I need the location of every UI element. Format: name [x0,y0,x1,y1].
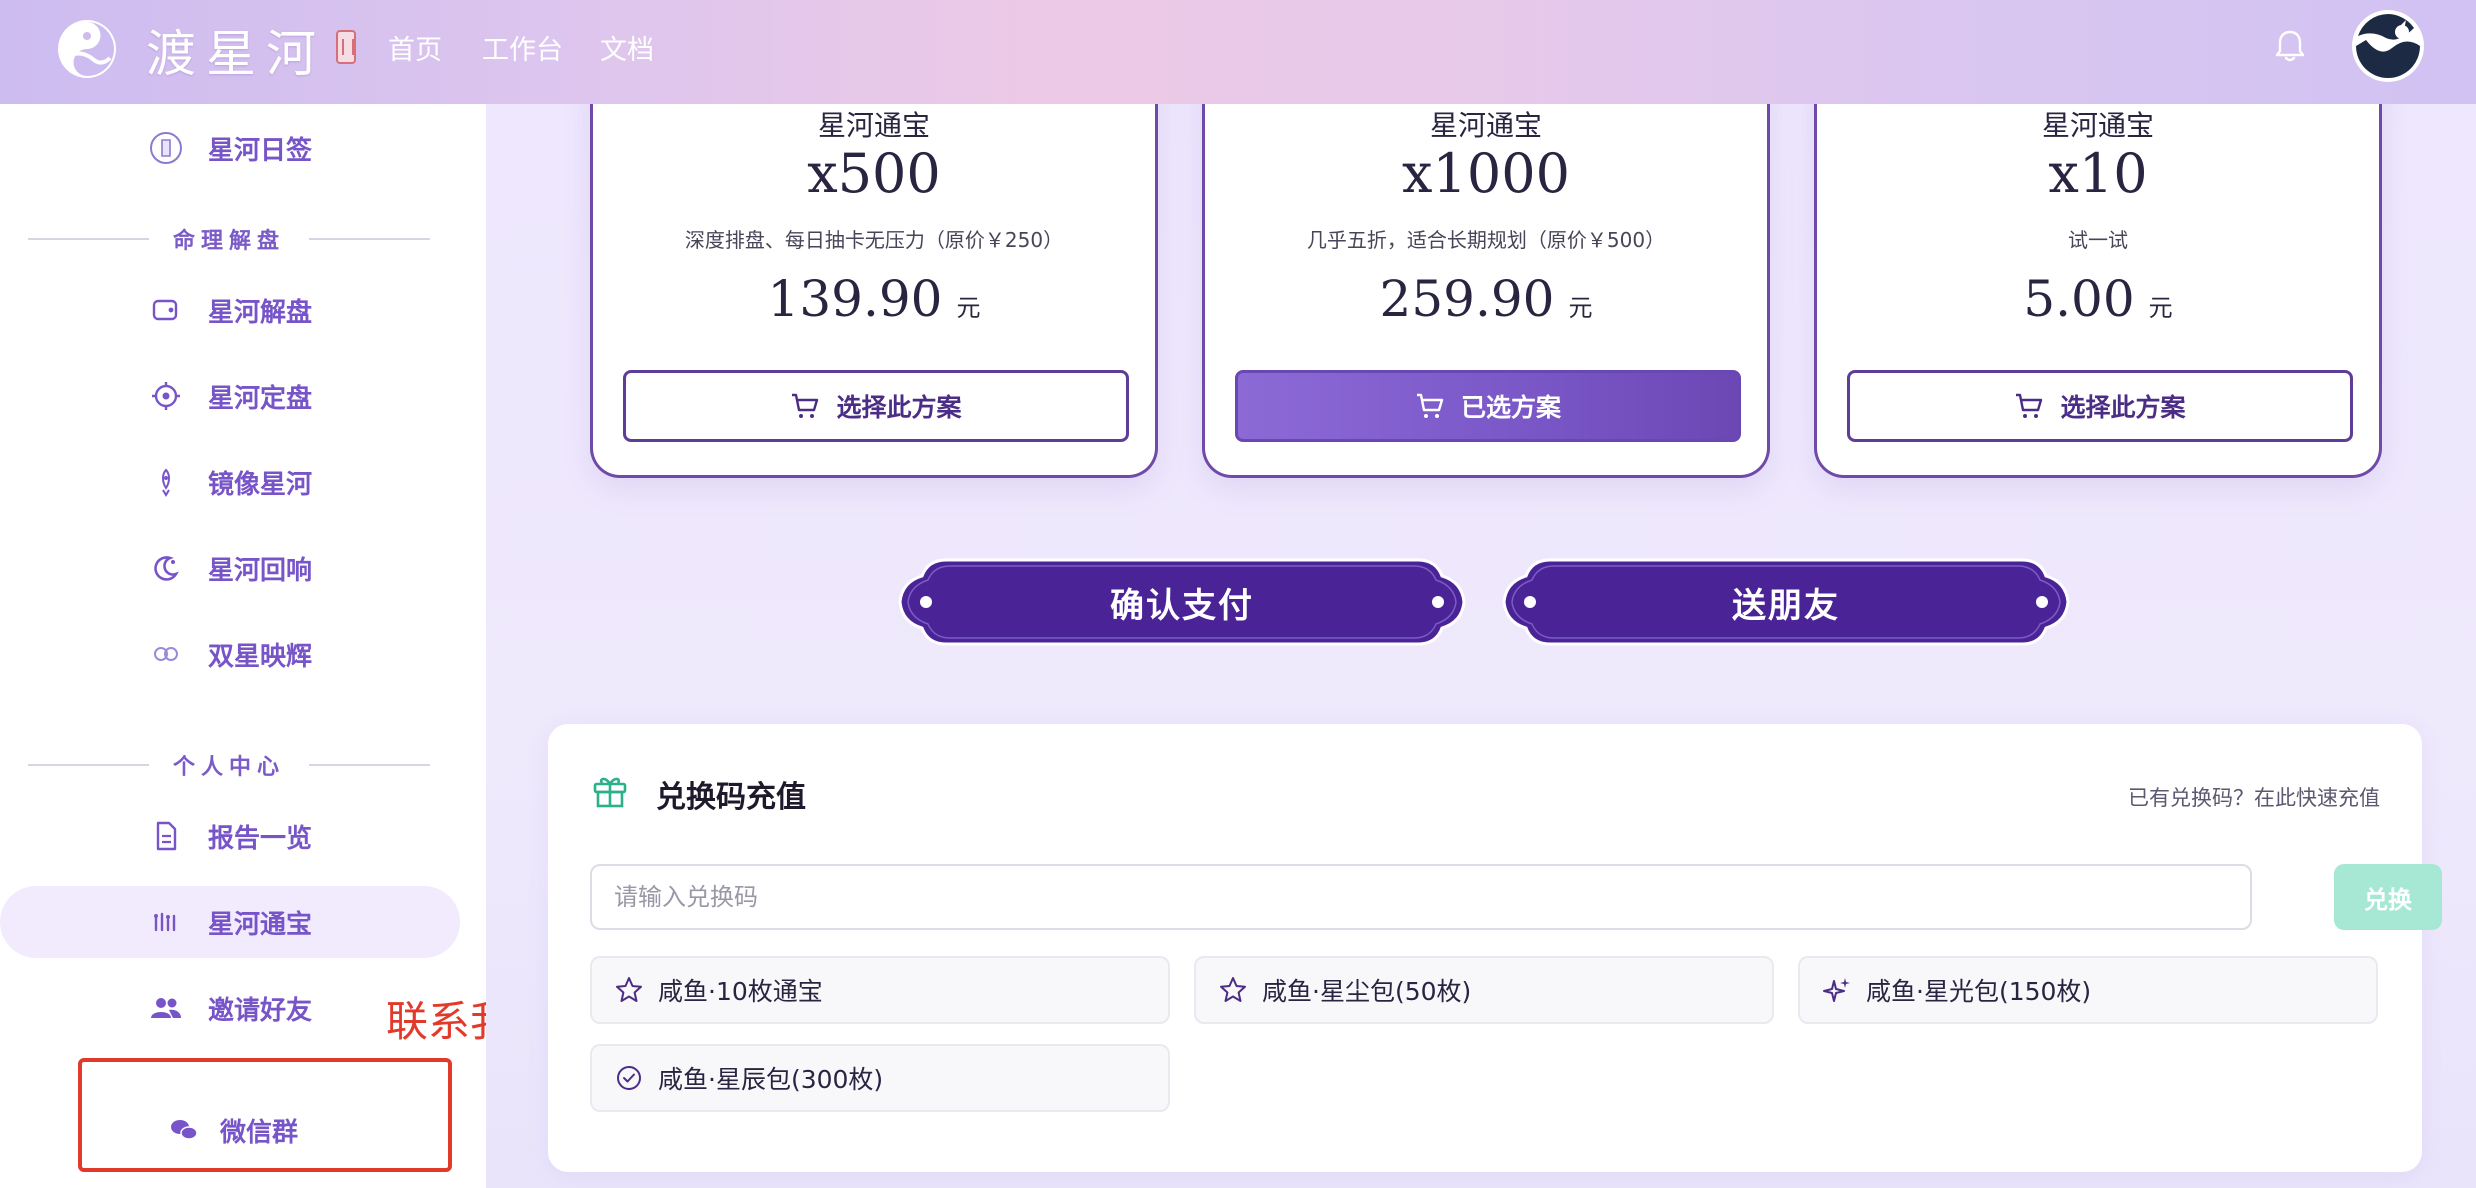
sidebar-item-label: 星河定盘 [208,383,313,414]
plan-price: 139.90 元 [593,270,1155,328]
bell-icon[interactable] [2270,26,2310,66]
redeem-code-input[interactable] [590,864,2252,930]
sidebar-item-label: 星河通宝 [208,909,313,940]
plan-quantity: x500 [807,142,941,205]
confirm-payment-label: 确认支付 [1110,585,1254,626]
plan-description: 试一试 [2068,228,2128,252]
sidebar-item-reading[interactable]: 星河解盘 [0,274,460,346]
star-icon [616,977,642,1002]
cart-icon [1416,393,1444,418]
redeem-option-label: 咸鱼·星辰包(300枚) [658,1065,884,1094]
redeem-option-label: 咸鱼·星尘包(50枚) [1262,977,1472,1006]
plan-card-selected[interactable]: 星河通宝 x1000 几乎五折，适合长期规划（原价￥500） 259.90 元 已… [1202,64,1770,478]
plan-quantity: x1000 [1402,142,1570,205]
redeem-hint: 已有兑换码？在此快速充值 [2128,786,2380,810]
sidebar-item-double-star[interactable]: 双星映辉 [0,618,460,690]
sparkle-icon [1823,978,1850,1002]
sidebar-item-label: 星河解盘 [208,297,313,328]
section-title-label: 个人中心 [173,755,286,780]
plan-card[interactable]: 星河通宝 x500 深度排盘、每日抽卡无压力（原价￥250） 139.90 元 选… [590,64,1158,478]
yin-yang-logo-icon[interactable] [56,18,118,80]
redeem-option-label: 咸鱼·10枚通宝 [658,977,823,1006]
sidebar-item-daily-sign[interactable]: 星河日签 [0,112,460,184]
plan-description: 深度排盘、每日抽卡无压力（原价￥250） [684,228,1064,252]
select-plan-label: 选择此方案 [836,393,962,422]
plan-price: 5.00 元 [1817,270,2379,328]
sidebar-item-reports[interactable]: 报告一览 [0,800,460,872]
plan-name: 星河通宝 [2041,109,2154,142]
selected-plan-button[interactable]: 已选方案 [1235,370,1741,442]
sidebar-item-label: 报告一览 [208,823,313,854]
plan-name: 星河通宝 [817,109,930,142]
user-avatar[interactable] [2352,10,2424,82]
plan-price-value: 139.90 [767,270,943,328]
target-icon [152,382,180,410]
plan-price-unit: 元 [956,294,981,322]
sign-icon [150,132,182,164]
section-title-reading: 命理解盘 [28,224,431,254]
coins-icon [154,912,176,932]
confirm-payment-button[interactable]: 确认支付 [896,556,1468,648]
document-icon [156,821,177,851]
rocket-icon [162,468,170,497]
wallet-icon [152,299,178,321]
sidebar-item-mirror[interactable]: 镜像星河 [0,446,460,518]
nav-workbench[interactable]: 工作台 [482,28,563,67]
wechat-highlight-box [78,1058,452,1172]
sidebar-item-label: 镜像星河 [208,469,313,500]
plan-description: 几乎五折，适合长期规划（原价￥500） [1306,228,1666,252]
redeem-code-panel: 兑换码充值 已有兑换码？在此快速充值 兑换 咸鱼·10枚通宝 咸鱼·星尘包(50… [548,724,2442,1172]
sidebar-item-label: 邀请好友 [208,995,313,1026]
redeem-option-150[interactable]: 咸鱼·星光包(150枚) [1798,956,2378,1024]
gift-friend-button[interactable]: 送朋友 [1500,556,2072,648]
plan-price-unit: 元 [1568,294,1593,322]
main-content: 星河通宝 x500 深度排盘、每日抽卡无压力（原价￥250） 139.90 元 选… [486,64,2476,1188]
avatar-yin-yang-icon [2354,12,2422,80]
select-plan-button[interactable]: 选择此方案 [1847,370,2353,442]
brand-name[interactable]: 渡星河 [146,14,326,86]
sidebar-item-label: 星河回响 [208,555,313,586]
nav-docs[interactable]: 文档 [600,28,654,67]
selected-plan-label: 已选方案 [1460,393,1561,422]
plan-price: 259.90 元 [1205,270,1767,328]
section-title-personal: 个人中心 [28,750,431,780]
gift-friend-label: 送朋友 [1732,585,1840,626]
redeem-title: 兑换码充值 [656,780,806,815]
plan-price-value: 5.00 [2023,270,2135,328]
check-circle-icon [617,1066,641,1090]
plan-name: 星河通宝 [1429,109,1542,142]
plan-price-value: 259.90 [1379,270,1555,328]
redeem-option-300[interactable]: 咸鱼·星辰包(300枚) [590,1044,1170,1112]
select-plan-label: 选择此方案 [2060,393,2186,422]
sidebar-item-label: 双星映辉 [208,641,313,672]
plan-quantity: x10 [2048,142,2148,205]
sidebar-item-coins[interactable]: 星河通宝 [0,886,460,958]
sidebar-item-label: 星河日签 [208,135,313,166]
gift-icon [593,777,627,808]
redeem-option-10[interactable]: 咸鱼·10枚通宝 [590,956,1170,1024]
plan-card[interactable]: 星河通宝 x10 试一试 5.00 元 选择此方案 [1814,64,2382,478]
star-icon [1220,977,1246,1002]
nav-home[interactable]: 首页 [388,28,442,67]
section-title-label: 命理解盘 [173,229,286,254]
sidebar-item-echo[interactable]: 星河回响 [0,532,460,604]
redeem-button[interactable]: 兑换 [2334,864,2442,930]
seal-icon [336,30,356,64]
top-header: 渡星河 首页 工作台 文档 [0,0,2476,104]
double-star-icon [154,647,178,661]
sidebar-item-fixed-chart[interactable]: 星河定盘 [0,360,460,432]
select-plan-button[interactable]: 选择此方案 [623,370,1129,442]
redeem-option-50[interactable]: 咸鱼·星尘包(50枚) [1194,956,1774,1024]
cart-icon [792,393,819,418]
moon-icon [154,556,179,581]
redeem-option-label: 咸鱼·星光包(150枚) [1866,977,2092,1006]
cart-icon [2016,393,2043,418]
people-icon [151,998,181,1018]
plan-price-unit: 元 [2148,294,2173,322]
